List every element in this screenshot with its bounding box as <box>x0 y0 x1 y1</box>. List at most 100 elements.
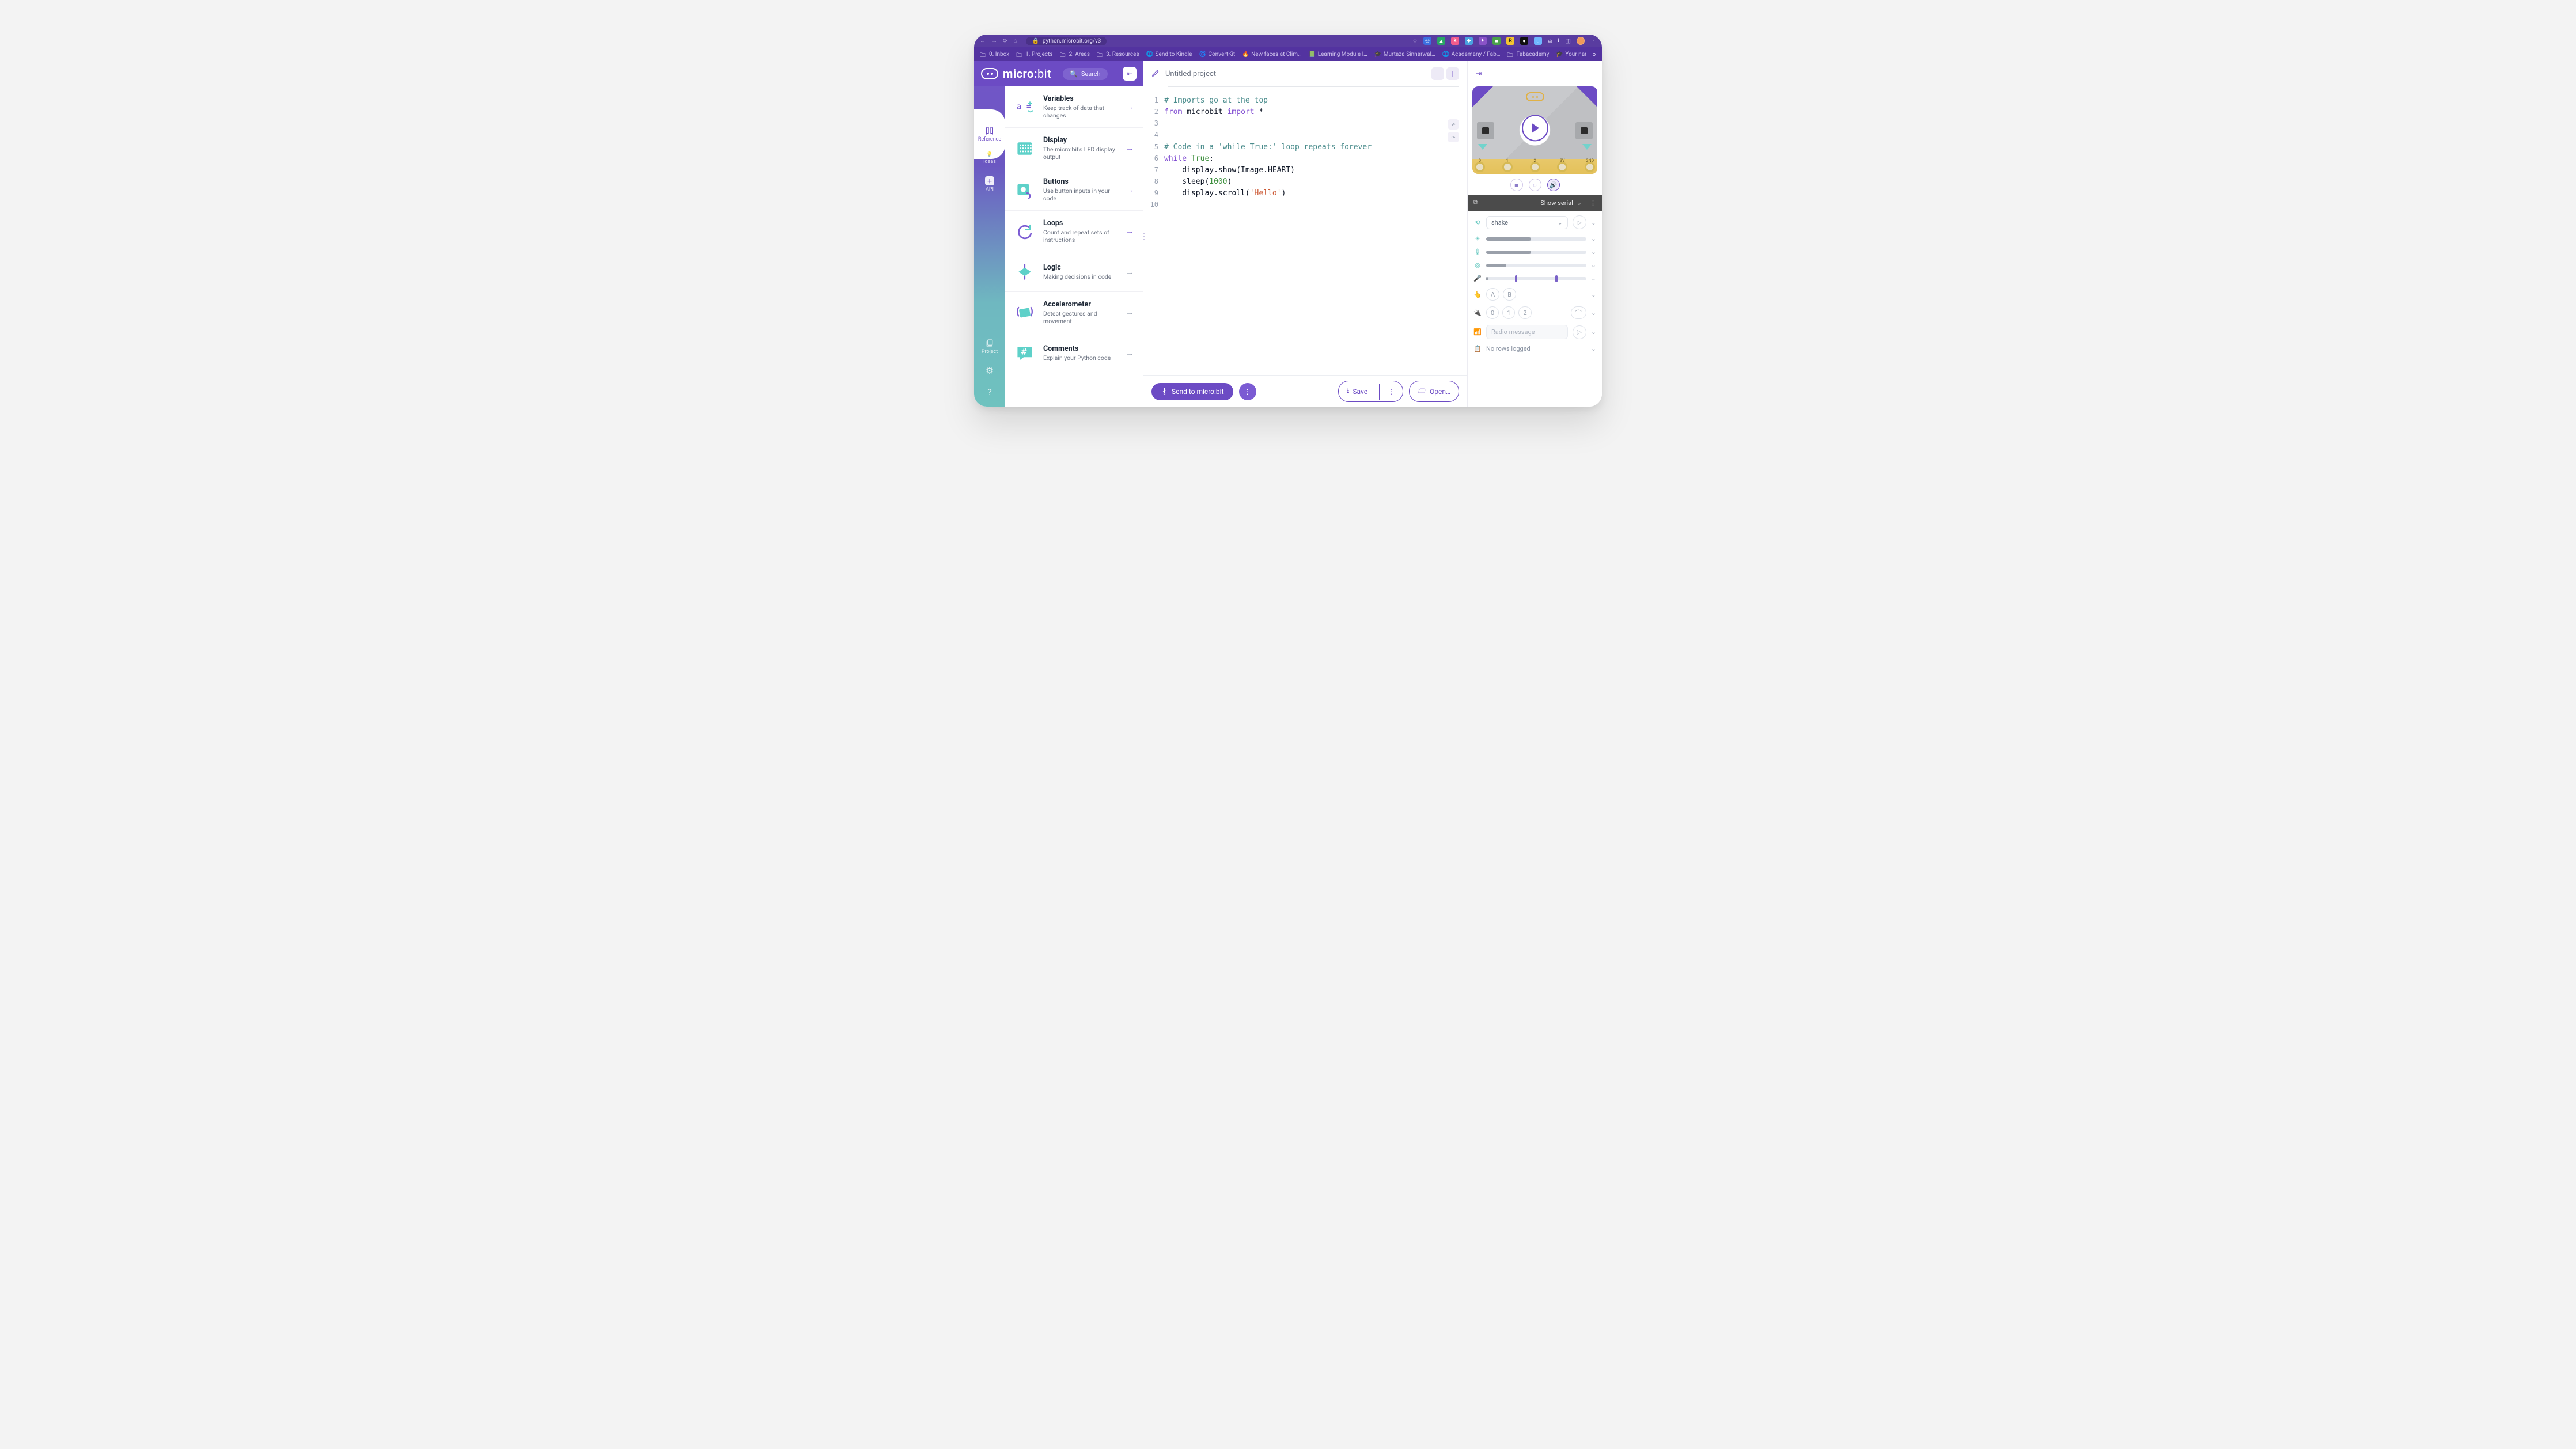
star-icon[interactable]: ☆ <box>1412 38 1418 44</box>
ext-icon[interactable]: ◎ <box>1423 37 1431 45</box>
chevron-down-icon[interactable]: ⌄ <box>1591 309 1596 317</box>
chevron-down-icon[interactable]: ⌄ <box>1591 275 1596 282</box>
drag-handle-icon[interactable]: ⋮ <box>1143 231 1148 244</box>
bookmark-item[interactable]: 🔥New faces at Clim… <box>1242 51 1302 58</box>
send-more-button[interactable]: ⋮ <box>1239 383 1256 400</box>
rail-tab-api[interactable]: ＋ API <box>985 170 994 198</box>
sim-button-b[interactable]: B <box>1503 288 1516 301</box>
project-name[interactable]: Untitled project <box>1165 70 1216 78</box>
bookmark-item[interactable]: 📗Learning Module |… <box>1309 51 1367 58</box>
mute-button[interactable]: 🔊 <box>1547 179 1560 191</box>
send-to-microbit-button[interactable]: Send to micro:bit <box>1151 383 1233 400</box>
ext-icon[interactable]: k <box>1451 37 1459 45</box>
bookmark-item[interactable]: 🎓Your name - Fab A… <box>1556 51 1586 58</box>
download-icon[interactable]: ⭳ <box>1558 36 1560 46</box>
edge-pin-3V[interactable]: 3V <box>1557 162 1567 172</box>
nav-reload-icon[interactable]: ⟳ <box>1003 38 1007 44</box>
play-button[interactable] <box>1522 115 1548 141</box>
zoom-out-button[interactable]: － <box>1431 67 1444 80</box>
popout-icon[interactable]: ⧉ <box>1473 199 1478 207</box>
rail-tab-project[interactable]: Project <box>982 339 998 355</box>
sim-button-a[interactable]: A <box>1486 288 1499 301</box>
bookmark-item[interactable]: 🗀0. Inbox <box>980 51 1009 58</box>
pin-label: 3V <box>1560 158 1564 163</box>
edge-pin-1[interactable]: 1 <box>1502 162 1513 172</box>
chevron-down-icon[interactable]: ⌄ <box>1591 248 1596 256</box>
collapse-sidebar-button[interactable]: ⇤ <box>1123 67 1137 81</box>
reference-item-display[interactable]: Display The micro:bit's LED display outp… <box>1005 128 1143 169</box>
serial-bar[interactable]: ⧉ Show serial ⌄ ⋮ <box>1468 195 1602 211</box>
nav-forward-icon[interactable]: → <box>991 38 997 44</box>
board-button-b[interactable] <box>1575 122 1593 139</box>
reference-item-comments[interactable]: # Comments Explain your Python code → <box>1005 333 1143 373</box>
chevron-down-icon[interactable]: ⌄ <box>1591 291 1596 298</box>
profile-avatar[interactable] <box>1577 37 1585 45</box>
sim-pin-0[interactable]: 0 <box>1486 306 1499 319</box>
board-button-a[interactable] <box>1477 122 1494 139</box>
datalog-row[interactable]: 📋 No rows logged ⌄ <box>1473 345 1596 352</box>
radio-message-input[interactable]: Radio message <box>1486 325 1568 339</box>
sim-pin-1[interactable]: 1 <box>1502 306 1515 319</box>
ext-icon[interactable]: ◌ <box>1534 37 1542 45</box>
send-gesture-button[interactable]: ▷ <box>1573 215 1586 229</box>
ext-icon[interactable]: ✦ <box>1479 37 1487 45</box>
bookmarks-bar: 🗀0. Inbox 🗀1. Projects 🗀2. Areas 🗀3. Resour… <box>974 47 1602 61</box>
save-button[interactable]: ⭳ Save <box>1339 381 1376 401</box>
kebab-icon[interactable]: ⋮ <box>1590 38 1596 44</box>
reference-item-logic[interactable]: Logic Making decisions in code → <box>1005 252 1143 292</box>
reference-item-loops[interactable]: Loops Count and repeat sets of instructi… <box>1005 211 1143 252</box>
bookmark-item[interactable]: 🗀1. Projects <box>1016 51 1052 58</box>
bookmark-item[interactable]: 🗀3. Resources <box>1097 51 1139 58</box>
zoom-in-button[interactable]: ＋ <box>1446 67 1459 80</box>
nav-home-icon[interactable]: ⌂ <box>1013 38 1017 44</box>
bookmark-item[interactable]: 🗀Fabacademy <box>1507 51 1549 58</box>
bookmark-item[interactable]: 🌐Academany / Fab… <box>1442 51 1501 58</box>
open-button[interactable]: 🗁 Open… <box>1409 381 1459 402</box>
edge-connector: 0 1 2 3V GND <box>1472 159 1597 174</box>
code-editor[interactable]: ⋮ ↶ ↷ 1# Imports go at the top 2from mic… <box>1143 87 1467 375</box>
expand-simulator-button[interactable]: ⇥ <box>1472 67 1485 80</box>
stop-button[interactable]: ■ <box>1510 179 1523 191</box>
bookmark-item[interactable]: 🌀ConvertKit <box>1199 51 1235 58</box>
edge-pin-2[interactable]: 2 <box>1530 162 1540 172</box>
reference-item-buttons[interactable]: Buttons Use button inputs in your code → <box>1005 169 1143 211</box>
chevron-down-icon[interactable]: ⌄ <box>1591 235 1596 242</box>
temperature-slider[interactable] <box>1486 251 1586 254</box>
search-input[interactable]: 🔍 Search <box>1063 68 1108 80</box>
kebab-icon[interactable]: ⋮ <box>1590 199 1596 207</box>
settings-icon[interactable]: ⚙ <box>986 365 994 376</box>
ext-icon[interactable]: ● <box>1520 37 1528 45</box>
address-bar[interactable]: 🔒 python.microbit.org/v3 <box>1026 37 1107 45</box>
bookmark-item[interactable]: 🌐Send to Kindle <box>1146 51 1192 58</box>
bookmarks-overflow-icon[interactable]: » <box>1593 50 1596 59</box>
save-more-button[interactable]: ⋮ <box>1379 384 1403 400</box>
ext-icon[interactable]: ▲ <box>1437 37 1445 45</box>
chevron-down-icon[interactable]: ⌄ <box>1591 261 1596 269</box>
ext-icon[interactable]: ◆ <box>1465 37 1473 45</box>
redo-button[interactable]: ↷ <box>1448 132 1459 142</box>
ext-icon[interactable]: R <box>1506 37 1514 45</box>
compass-slider[interactable] <box>1486 264 1586 267</box>
microphone-slider[interactable] <box>1486 277 1586 280</box>
reference-item-variables[interactable]: a = Variables Keep track of data that ch… <box>1005 86 1143 128</box>
nav-back-icon[interactable]: ← <box>980 38 986 44</box>
sim-pin-2[interactable]: 2 <box>1518 306 1531 319</box>
ext-icon[interactable]: ■ <box>1492 37 1501 45</box>
light-slider[interactable] <box>1486 237 1586 241</box>
reference-item-accelerometer[interactable]: Accelerometer Detect gestures and moveme… <box>1005 292 1143 333</box>
edit-name-icon[interactable] <box>1151 69 1160 79</box>
sidepanel-icon[interactable]: ◫ <box>1566 38 1571 44</box>
edge-pin-GND[interactable]: GND <box>1585 162 1595 172</box>
help-icon[interactable]: ? <box>987 386 992 397</box>
bookmark-item[interactable]: 🎓Murtaza Sinnarwal… <box>1374 51 1435 58</box>
undo-button[interactable]: ↶ <box>1448 119 1459 130</box>
gesture-select[interactable]: shake ⌄ <box>1486 216 1568 229</box>
pin-logo-button[interactable]: ⌒ <box>1571 306 1586 319</box>
chevron-down-icon[interactable]: ⌄ <box>1591 328 1596 336</box>
restart-button[interactable]: ◌ <box>1529 179 1541 191</box>
chevron-down-icon[interactable]: ⌄ <box>1591 219 1596 226</box>
send-radio-button[interactable]: ▷ <box>1573 325 1586 339</box>
bookmark-item[interactable]: 🗀2. Areas <box>1060 51 1090 58</box>
ext-icon[interactable]: ⧉ <box>1548 38 1552 44</box>
edge-pin-0[interactable]: 0 <box>1475 162 1485 172</box>
